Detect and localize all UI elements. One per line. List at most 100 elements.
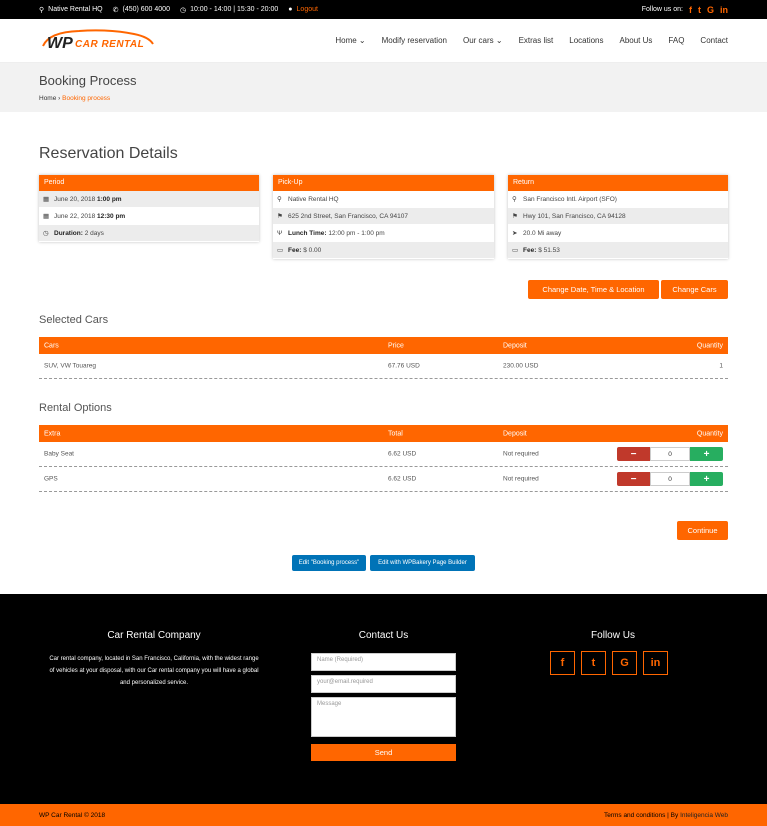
duration-label: Duration: — [54, 229, 83, 237]
selected-cars-table: Cars Price Deposit Quantity SUV, VW Toua… — [39, 337, 728, 379]
extra-deposit: Not required — [503, 450, 539, 458]
calendar-icon: ▦ — [43, 196, 50, 203]
table-row: Baby Seat 6.62 USD Not required − 0 + — [39, 442, 728, 467]
duration-value: 2 days — [84, 229, 104, 237]
pickup-address: 625 2nd Street, San Francisco, CA 94107 — [288, 212, 408, 220]
car-name: SUV, VW Touareg — [44, 362, 97, 370]
user-icon: ● — [288, 6, 293, 13]
quantity-input[interactable]: 0 — [650, 447, 690, 461]
breadcrumb-current: Booking process — [62, 95, 111, 102]
google-icon[interactable]: G — [707, 5, 714, 15]
send-button[interactable]: Send — [311, 744, 456, 761]
page-title: Booking Process — [39, 73, 137, 88]
location-arrow-icon: ➤ — [512, 230, 518, 237]
increase-button[interactable]: + — [690, 472, 723, 486]
map-pin-icon: ⚲ — [512, 196, 517, 203]
pickup-fee-value: $ 0.00 — [303, 246, 322, 254]
extra-total: 6.62 USD — [388, 475, 417, 483]
site-header: WP CAR RENTAL Home ⌄ Modify reservation … — [0, 19, 767, 63]
return-address-row: ⚑ Hwy 101, San Francisco, CA 94128 — [508, 208, 728, 225]
selected-cars-heading: Selected Cars — [39, 314, 109, 326]
bottom-separator: | By — [665, 811, 681, 819]
period-duration-row: ◷ Duration: 2 days — [39, 225, 259, 242]
map-pin-icon: ⚲ — [277, 196, 282, 203]
nav-extras-list[interactable]: Extras list — [519, 36, 554, 45]
footer-company-desc: Car rental company, located in San Franc… — [49, 656, 259, 686]
extra-name: GPS — [44, 475, 58, 483]
table-header: Cars Price Deposit Quantity — [39, 337, 728, 354]
quantity-input[interactable]: 0 — [650, 472, 690, 486]
lunch-value: 12:00 pm - 1:00 pm — [328, 229, 385, 237]
change-cars-button[interactable]: Change Cars — [661, 280, 728, 299]
clock-icon: ◷ — [179, 6, 187, 14]
linkedin-icon[interactable]: in — [643, 651, 668, 675]
facebook-icon[interactable]: f — [550, 651, 575, 675]
return-fee-value: $ 51.53 — [538, 246, 560, 254]
col-price: Price — [388, 342, 404, 349]
twitter-icon[interactable]: t — [581, 651, 606, 675]
decrease-button[interactable]: − — [617, 447, 650, 461]
linkedin-icon[interactable]: in — [720, 5, 728, 15]
extra-total: 6.62 USD — [388, 450, 417, 458]
edit-wpbakery-button[interactable]: Edit with WPBakery Page Builder — [370, 555, 475, 571]
twitter-icon[interactable]: t — [698, 5, 701, 15]
change-date-button[interactable]: Change Date, Time & Location — [528, 280, 659, 299]
logo-wp: WP — [47, 34, 73, 52]
pickup-address-row: ⚑ 625 2nd Street, San Francisco, CA 94107 — [273, 208, 494, 225]
nav-modify-reservation[interactable]: Modify reservation — [382, 36, 447, 45]
start-date: June 20, 2018 — [54, 195, 96, 203]
bottom-bar: WP Car Rental © 2018 Terms and condition… — [0, 804, 767, 826]
terms-link[interactable]: Terms and conditions — [604, 812, 665, 819]
table-row: GPS 6.62 USD Not required − 0 + — [39, 467, 728, 492]
nav-faq[interactable]: FAQ — [668, 36, 684, 45]
signpost-icon: ⚑ — [277, 213, 283, 220]
return-distance: 20.0 Mi away — [523, 229, 562, 237]
nav-home[interactable]: Home ⌄ — [335, 36, 365, 45]
period-panel: Period ▦ June 20, 2018 1:00 pm ▦ June 22, … — [39, 175, 259, 242]
clock-icon: ◷ — [43, 230, 49, 237]
pickup-name: Native Rental HQ — [288, 195, 339, 203]
logout-link[interactable]: ● Logout — [288, 6, 318, 13]
increase-button[interactable]: + — [690, 447, 723, 461]
site-logo[interactable]: WP CAR RENTAL — [39, 24, 157, 58]
signpost-icon: ⚑ — [512, 213, 518, 220]
return-fee-label: Fee: — [523, 246, 537, 254]
author-link[interactable]: Inteligencia Web — [680, 812, 728, 819]
money-icon: ▭ — [277, 247, 284, 254]
continue-button[interactable]: Continue — [677, 521, 728, 540]
pickup-panel: Pick-Up ⚲ Native Rental HQ ⚑ 625 2nd Stree… — [273, 175, 494, 259]
location-text: Native Rental HQ — [48, 6, 103, 13]
decrease-button[interactable]: − — [617, 472, 650, 486]
return-distance-row: ➤ 20.0 Mi away — [508, 225, 728, 242]
edit-booking-process-button[interactable]: Edit "Booking process" — [292, 555, 366, 571]
nav-about-us[interactable]: About Us — [620, 36, 653, 45]
phone-info: ✆ (450) 600 4000 — [113, 6, 170, 14]
nav-locations[interactable]: Locations — [569, 36, 603, 45]
lunch-label: Lunch Time: — [288, 229, 327, 237]
main-content: Reservation Details Period ▦ June 20, 201… — [0, 112, 767, 595]
page-title-band: Booking Process Home › Booking process — [0, 63, 767, 112]
extra-deposit: Not required — [503, 475, 539, 483]
return-name-row: ⚲ San Francisco Intl. Airport (SFO) — [508, 191, 728, 208]
message-field[interactable]: Message — [311, 697, 456, 737]
logout-label[interactable]: Logout — [297, 6, 318, 13]
nav-our-cars[interactable]: Our cars ⌄ — [463, 36, 503, 45]
money-icon: ▭ — [512, 247, 519, 254]
google-icon[interactable]: G — [612, 651, 637, 675]
name-field[interactable]: Name (Required) — [311, 653, 456, 671]
calendar-icon: ▦ — [43, 213, 50, 220]
breadcrumb-home[interactable]: Home — [39, 95, 56, 102]
pickup-header: Pick-Up — [273, 175, 494, 191]
table-header: Extra Total Deposit Quantity — [39, 425, 728, 442]
bottom-links: Terms and conditions | By Inteligencia W… — [604, 812, 728, 819]
car-price: 67.76 USD — [388, 362, 420, 370]
facebook-icon[interactable]: f — [689, 5, 692, 15]
nav-contact[interactable]: Contact — [700, 36, 728, 45]
rental-options-table: Extra Total Deposit Quantity Baby Seat 6… — [39, 425, 728, 492]
col-deposit: Deposit — [503, 342, 527, 349]
email-field[interactable]: your@email.required — [311, 675, 456, 693]
rental-options-heading: Rental Options — [39, 402, 112, 414]
col-extra: Extra — [44, 430, 61, 437]
period-start-row: ▦ June 20, 2018 1:00 pm — [39, 191, 259, 208]
reservation-heading: Reservation Details — [39, 145, 178, 162]
